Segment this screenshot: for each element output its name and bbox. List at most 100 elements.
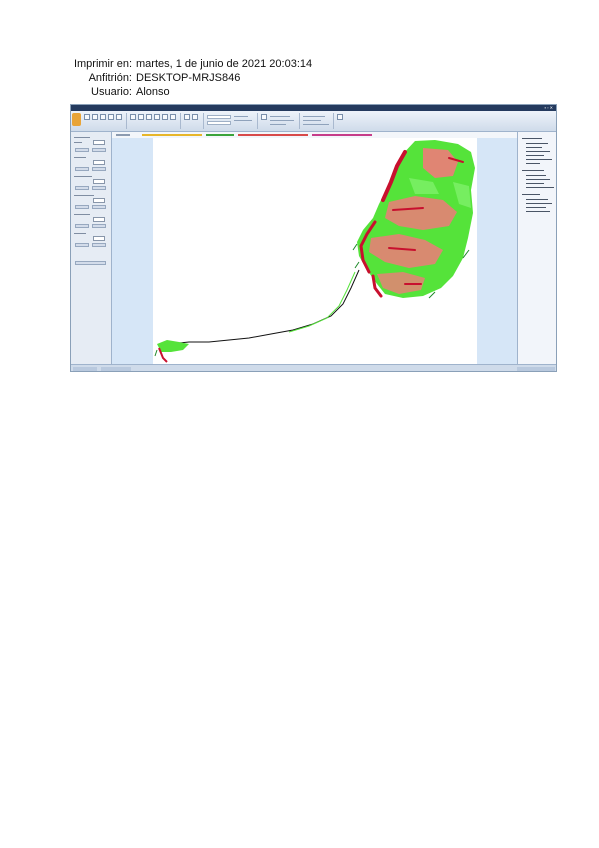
panel-button: [92, 167, 106, 171]
ribbon-label: [270, 124, 286, 125]
map-tool-icon: [184, 114, 190, 120]
terrain-edge-dark: [154, 349, 158, 357]
style-combo: [207, 121, 231, 125]
contour-tool-icon: [192, 114, 198, 120]
panel-label: [74, 176, 92, 177]
layer-entry: [526, 179, 550, 180]
panel-wide-button: [75, 261, 106, 265]
text-tool-icon: [162, 114, 168, 120]
layer-entry: [526, 143, 548, 144]
status-segment: [101, 367, 131, 371]
layer-entry: [526, 175, 546, 176]
panel-button: [75, 148, 89, 152]
doc-toolbar-item: [312, 134, 372, 136]
ribbon-label: [303, 116, 325, 117]
doc-toolbar-item: [206, 134, 234, 136]
app-ribbon: [71, 111, 556, 132]
terrain-spit-edge: [288, 271, 356, 333]
layer-entry: [526, 147, 542, 148]
application-screenshot: ▪ ▫ ✕: [70, 104, 557, 372]
panel-button: [75, 186, 89, 190]
user-value: Alonso: [136, 86, 170, 98]
ribbon-separator: [203, 113, 204, 129]
panel-label: [74, 157, 86, 158]
ribbon-separator: [257, 113, 258, 129]
doc-toolbar-item: [238, 134, 308, 136]
ribbon-separator: [126, 113, 127, 129]
layer-combo: [207, 115, 231, 119]
pen-tool-icon: [108, 114, 114, 120]
layer-tool-icon: [130, 114, 136, 120]
layer-entry: [526, 155, 544, 156]
panel-button: [75, 224, 89, 228]
printed-value: martes, 1 de junio de 2021 20:03:14: [136, 58, 313, 70]
panel-field: [93, 198, 105, 203]
layer-entry: [522, 170, 544, 171]
app-statusbar: [71, 364, 556, 371]
draw-tool-icon: [92, 114, 98, 120]
printed-row: Imprimir en: martes, 1 de junio de 2021 …: [0, 58, 599, 71]
panel-button: [92, 205, 106, 209]
panel-button: [92, 148, 106, 152]
layers-panel: [517, 132, 556, 364]
status-segment: [73, 367, 97, 371]
layer-entry: [526, 207, 546, 208]
terrain-zone-green: [157, 340, 189, 352]
printed-label: Imprimir en:: [73, 58, 132, 70]
layer-entry: [526, 163, 540, 164]
panel-field: [93, 140, 105, 145]
doc-toolbar-item: [142, 134, 202, 136]
ribbon-separator: [180, 113, 181, 129]
panel-label: [74, 233, 86, 234]
panel-button: [75, 167, 89, 171]
doc-toolbar-item: [116, 134, 130, 136]
measure-tool-icon: [154, 114, 160, 120]
layer-entry: [526, 203, 552, 204]
panel-label: [74, 142, 82, 143]
ribbon-label: [234, 116, 248, 117]
export-tool-icon: [337, 114, 343, 120]
layer-entry: [526, 159, 552, 160]
host-value: DESKTOP-MRJS846: [136, 72, 241, 84]
select-tool-icon: [84, 114, 90, 120]
view-tool-icon: [261, 114, 267, 120]
grid-tool-icon: [146, 114, 152, 120]
ribbon-label: [303, 120, 321, 121]
panel-label: [74, 137, 90, 138]
user-row: Usuario: Alonso: [0, 86, 599, 99]
terrain-map: [154, 140, 475, 363]
color-tool-icon: [170, 114, 176, 120]
layer-entry: [522, 138, 542, 139]
panel-label: [74, 214, 90, 215]
panel-field: [93, 160, 105, 165]
panel-field: [93, 179, 105, 184]
layer-entry: [526, 183, 544, 184]
app-menu-icon: [72, 113, 81, 126]
status-segment: [517, 367, 555, 371]
user-label: Usuario:: [91, 86, 132, 98]
layer-entry: [526, 199, 548, 200]
layer-entry: [526, 211, 550, 212]
host-row: Anfitrión: DESKTOP-MRJS846: [0, 72, 599, 85]
drawing-sheet: [153, 138, 477, 364]
layer-entry: [522, 194, 540, 195]
panel-button: [92, 243, 106, 247]
panel-label: [74, 195, 94, 196]
drawing-canvas: [112, 138, 517, 364]
terrain-spit: [160, 269, 360, 347]
ribbon-label: [234, 120, 252, 121]
layer-entry: [526, 187, 554, 188]
panel-button: [75, 243, 89, 247]
ribbon-separator: [299, 113, 300, 129]
panel-button: [92, 224, 106, 228]
zoom-tool-icon: [138, 114, 144, 120]
panel-field: [93, 217, 105, 222]
properties-panel: [71, 132, 112, 364]
panel-button: [92, 186, 106, 190]
layer-entry: [526, 151, 550, 152]
ribbon-label: [270, 120, 294, 121]
edit-tool-icon: [100, 114, 106, 120]
window-controls-icon: ▪ ▫ ✕: [544, 105, 553, 110]
ribbon-label: [303, 124, 329, 125]
shape-tool-icon: [116, 114, 122, 120]
